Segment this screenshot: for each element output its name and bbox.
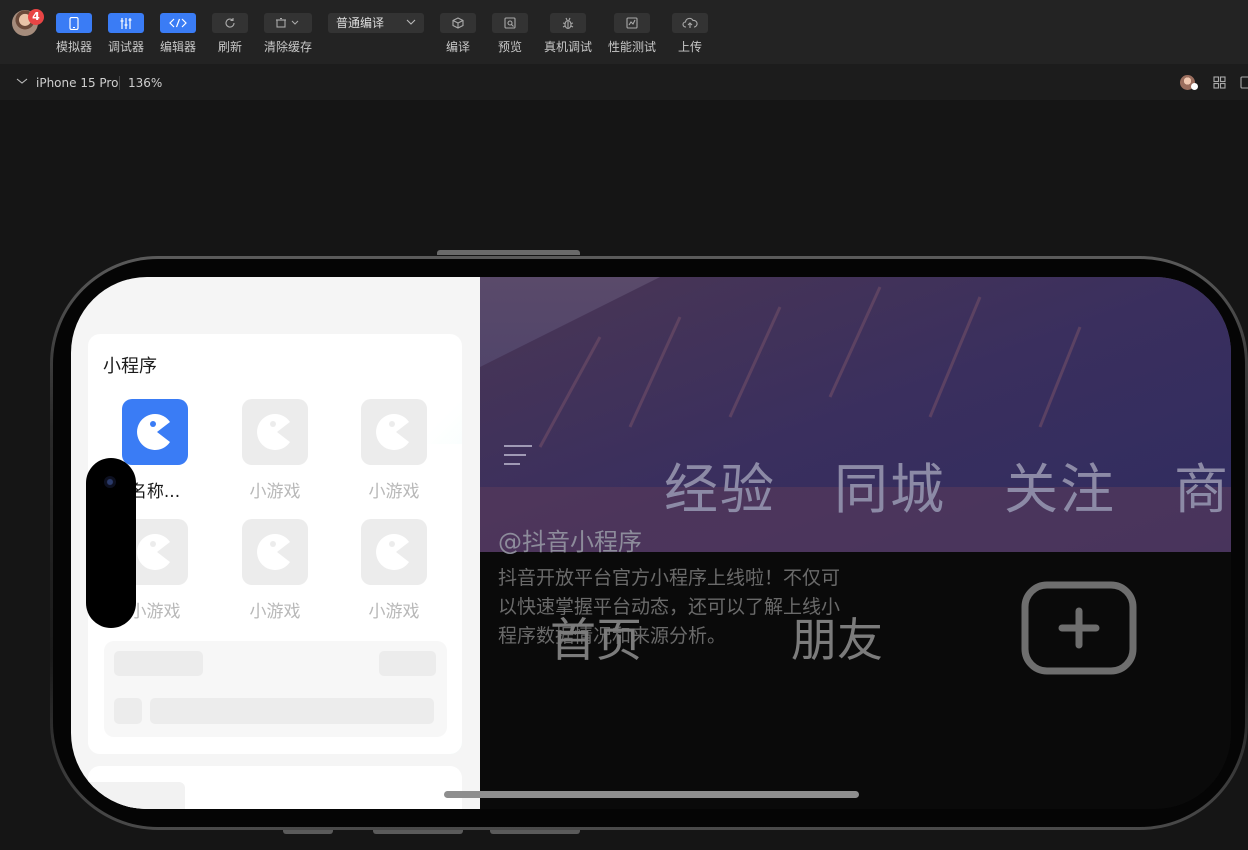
pacman-icon: [242, 399, 308, 465]
secondary-card: [88, 766, 462, 809]
perf-test-button[interactable]: 性能测试: [604, 0, 660, 55]
clear-cache-icon: [264, 13, 312, 33]
chevron-down-icon: [406, 14, 416, 37]
tab-friends[interactable]: 朋友: [791, 604, 883, 670]
side-button: [283, 830, 333, 834]
compile-label: 编译: [445, 40, 470, 54]
device-bar: iPhone 15 Pro 136%: [0, 64, 1248, 100]
compile-button[interactable]: 编译: [438, 0, 478, 55]
refresh-button[interactable]: 刷新: [210, 0, 250, 55]
chart-icon: [614, 13, 650, 33]
pacman-icon: [361, 399, 427, 465]
editor-button[interactable]: 编辑器: [158, 0, 198, 55]
pacman-icon: [122, 399, 188, 465]
app-item[interactable]: 小游戏: [230, 399, 320, 502]
refresh-label: 刷新: [217, 40, 242, 54]
simulator-label: 模拟器: [55, 40, 92, 54]
tab-mall[interactable]: 商: [1174, 445, 1230, 524]
mini-program-card: 小程序 名称... 小游戏 小游戏 小游戏 小游戏 小游戏: [88, 334, 462, 754]
cube-icon: [440, 13, 476, 33]
tiktok-icon: [1191, 83, 1198, 90]
screenshot-icon[interactable]: [1240, 76, 1248, 92]
clear-cache-button[interactable]: 清除缓存: [262, 0, 314, 55]
pacman-icon: [242, 519, 308, 585]
app-item[interactable]: 小游戏: [349, 519, 439, 622]
perf-test-label: 性能测试: [607, 40, 656, 54]
refresh-icon: [212, 13, 248, 33]
side-button: [490, 830, 580, 834]
top-toolbar: 4 模拟器 调试器 编辑器 刷新 清除缓存 普通编译 编译 预览 真机调试 性能…: [0, 0, 1248, 64]
video-feed[interactable]: 经验 同城 关注 商 @抖音小程序 抖音开放平台官方小程序上线啦！不仅可以快速掌…: [480, 277, 1231, 809]
side-button: [373, 830, 463, 834]
upload-label: 上传: [677, 40, 702, 54]
editor-label: 编辑器: [159, 40, 196, 54]
compile-mode-select[interactable]: 普通编译: [328, 13, 424, 33]
pacman-icon: [361, 519, 427, 585]
app-item[interactable]: 小游戏: [230, 519, 320, 622]
divider: [119, 76, 120, 90]
cloud-upload-icon: [672, 13, 708, 33]
grid-icon[interactable]: [1213, 76, 1226, 92]
app-name: 小游戏: [368, 602, 420, 622]
add-icon[interactable]: [1021, 581, 1137, 679]
device-debug-label: 真机调试: [543, 40, 592, 54]
camera-icon: [104, 476, 116, 488]
chevron-down-icon[interactable]: [16, 75, 28, 89]
tab-same-city[interactable]: 同城: [834, 445, 946, 524]
sliders-icon: [108, 13, 144, 33]
author-handle[interactable]: @抖音小程序: [498, 522, 642, 557]
app-name: 小游戏: [249, 602, 301, 622]
tab-home[interactable]: 首页: [550, 604, 642, 670]
compile-mode-value: 普通编译: [336, 16, 385, 30]
clear-cache-label: 清除缓存: [263, 40, 312, 54]
bug-icon: [550, 13, 586, 33]
simulator-button[interactable]: 模拟器: [54, 0, 94, 55]
app-name: 小游戏: [368, 482, 420, 502]
skeleton-placeholder: [104, 641, 447, 737]
device-selector[interactable]: iPhone 15 Pro: [36, 76, 118, 90]
app-name: 小游戏: [249, 482, 301, 502]
zoom-level[interactable]: 136%: [128, 76, 162, 90]
debugger-label: 调试器: [107, 40, 144, 54]
tab-experience[interactable]: 经验: [664, 445, 776, 524]
device-debug-button[interactable]: 真机调试: [540, 0, 596, 55]
preview-button[interactable]: 预览: [490, 0, 530, 55]
home-indicator: [444, 791, 859, 798]
app-item[interactable]: 小游戏: [349, 399, 439, 502]
tab-following[interactable]: 关注: [1004, 445, 1116, 524]
card-title: 小程序: [103, 356, 157, 377]
notification-badge: 4: [28, 9, 44, 25]
preview-label: 预览: [497, 40, 522, 54]
code-icon: [160, 13, 196, 33]
debugger-button[interactable]: 调试器: [106, 0, 146, 55]
dynamic-island: [86, 458, 136, 628]
preview-icon: [492, 13, 528, 33]
menu-icon[interactable]: [504, 444, 532, 470]
upload-button[interactable]: 上传: [670, 0, 710, 55]
phone-icon: [56, 13, 92, 33]
phone-screen: 小程序 名称... 小游戏 小游戏 小游戏 小游戏 小游戏 经验 同城 关注 商…: [71, 277, 1231, 809]
volume-button: [437, 250, 580, 255]
